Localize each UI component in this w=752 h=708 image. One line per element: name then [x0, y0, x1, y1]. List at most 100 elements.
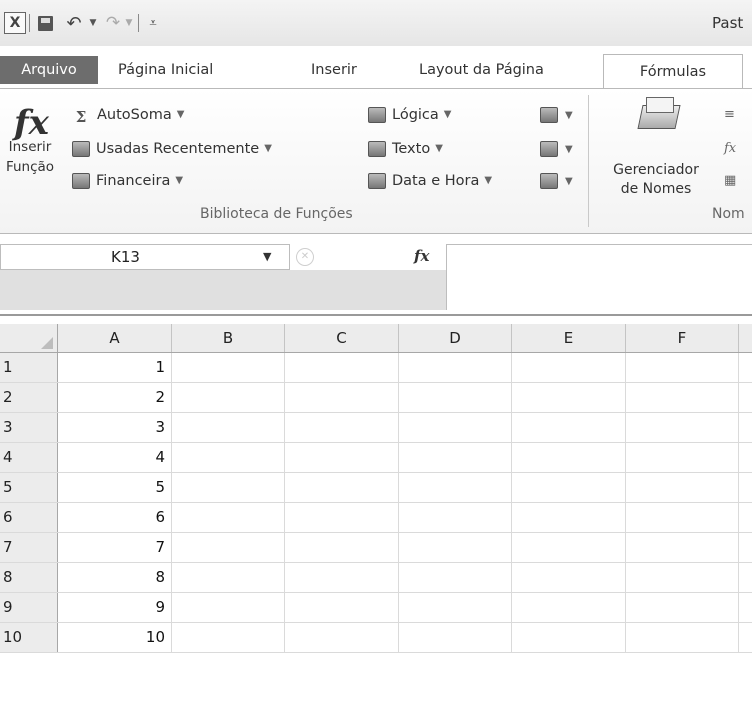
cell[interactable] [739, 563, 752, 592]
cell[interactable]: 6 [58, 503, 172, 532]
tab-arquivo[interactable]: Arquivo [0, 56, 98, 84]
undo-dropdown-icon[interactable]: ▼ [88, 12, 98, 34]
formula-input[interactable] [446, 244, 752, 310]
row-header[interactable]: 10 [0, 623, 58, 652]
lookup-reference-button[interactable]: ▼ [540, 103, 582, 127]
column-header-f[interactable]: F [626, 324, 739, 352]
chevron-down-icon[interactable]: ▼ [263, 250, 271, 263]
cell[interactable] [512, 593, 626, 622]
cell[interactable] [739, 503, 752, 532]
math-trig-button[interactable]: ▼ [540, 137, 582, 161]
cell[interactable] [172, 443, 285, 472]
redo-icon[interactable]: ↷ [104, 12, 122, 34]
cell[interactable] [172, 383, 285, 412]
cell[interactable] [172, 413, 285, 442]
cell[interactable] [739, 473, 752, 502]
cell[interactable] [172, 623, 285, 652]
cell[interactable]: 10 [58, 623, 172, 652]
cell[interactable] [512, 563, 626, 592]
cell[interactable] [399, 623, 512, 652]
cell[interactable] [512, 533, 626, 562]
cell[interactable] [739, 443, 752, 472]
cell[interactable] [172, 503, 285, 532]
cell[interactable] [399, 383, 512, 412]
customize-toolbar-icon[interactable]: ⩡ [146, 12, 160, 34]
cell[interactable] [172, 563, 285, 592]
cancel-icon[interactable]: ✕ [296, 248, 314, 266]
cell[interactable] [285, 353, 399, 382]
cell[interactable] [626, 593, 739, 622]
name-box[interactable]: K13 ▼ [0, 244, 290, 270]
cell[interactable]: 1 [58, 353, 172, 382]
cell[interactable] [626, 443, 739, 472]
cell[interactable] [626, 353, 739, 382]
cell[interactable] [512, 443, 626, 472]
column-header-e[interactable]: E [512, 324, 626, 352]
cell[interactable] [739, 623, 752, 652]
column-header-b[interactable]: B [172, 324, 285, 352]
cell[interactable]: 4 [58, 443, 172, 472]
tab-pagina-inicial[interactable]: Página Inicial [118, 56, 213, 84]
autosum-button[interactable]: Σ AutoSoma ▼ [70, 103, 185, 127]
row-header[interactable]: 7 [0, 533, 58, 562]
cell[interactable] [512, 413, 626, 442]
create-from-selection-icon[interactable]: ▦ [724, 173, 746, 193]
tab-formulas[interactable]: Fórmulas [603, 54, 743, 88]
tab-layout-da-pagina[interactable]: Layout da Página [419, 56, 544, 84]
financial-button[interactable]: Financeira ▼ [72, 169, 183, 193]
cell[interactable] [285, 473, 399, 502]
cell[interactable]: 9 [58, 593, 172, 622]
cell[interactable] [172, 353, 285, 382]
row-header[interactable]: 4 [0, 443, 58, 472]
cell[interactable] [739, 413, 752, 442]
cell[interactable]: 5 [58, 473, 172, 502]
insert-function-icon[interactable]: fx [414, 247, 429, 265]
cell[interactable] [285, 503, 399, 532]
column-header-c[interactable]: C [285, 324, 399, 352]
row-header[interactable]: 9 [0, 593, 58, 622]
cell[interactable] [739, 533, 752, 562]
cell[interactable]: 2 [58, 383, 172, 412]
tab-inserir[interactable]: Inserir [311, 56, 357, 84]
more-functions-button[interactable]: ▼ [540, 169, 582, 193]
text-button[interactable]: Texto ▼ [368, 137, 443, 161]
cell[interactable] [285, 623, 399, 652]
use-in-formula-icon[interactable]: fx [724, 141, 746, 161]
cell[interactable] [172, 473, 285, 502]
cell[interactable] [399, 563, 512, 592]
cell[interactable] [512, 503, 626, 532]
cell[interactable] [739, 593, 752, 622]
cell[interactable] [626, 563, 739, 592]
excel-app-icon[interactable]: X [4, 12, 26, 34]
cell[interactable] [626, 503, 739, 532]
cell[interactable] [172, 593, 285, 622]
cell[interactable] [626, 533, 739, 562]
cell[interactable]: 3 [58, 413, 172, 442]
select-all-button[interactable] [0, 324, 58, 353]
cell[interactable] [285, 563, 399, 592]
cell[interactable] [626, 413, 739, 442]
cell[interactable] [399, 413, 512, 442]
row-header[interactable]: 8 [0, 563, 58, 592]
save-icon[interactable] [34, 12, 56, 34]
row-header[interactable]: 2 [0, 383, 58, 412]
cell[interactable]: 8 [58, 563, 172, 592]
row-header[interactable]: 1 [0, 353, 58, 382]
redo-dropdown-icon[interactable]: ▼ [124, 12, 134, 34]
cell[interactable] [399, 593, 512, 622]
row-header[interactable]: 6 [0, 503, 58, 532]
cell[interactable] [512, 623, 626, 652]
row-header[interactable]: 3 [0, 413, 58, 442]
cell[interactable]: 7 [58, 533, 172, 562]
date-time-button[interactable]: Data e Hora ▼ [368, 169, 492, 193]
cell[interactable] [512, 473, 626, 502]
cell[interactable] [399, 353, 512, 382]
cell[interactable] [399, 533, 512, 562]
column-header-a[interactable]: A [58, 324, 172, 352]
cell[interactable] [512, 383, 626, 412]
row-header[interactable]: 5 [0, 473, 58, 502]
cell[interactable] [512, 353, 626, 382]
cell[interactable] [626, 623, 739, 652]
cell[interactable] [285, 533, 399, 562]
cell[interactable] [626, 383, 739, 412]
